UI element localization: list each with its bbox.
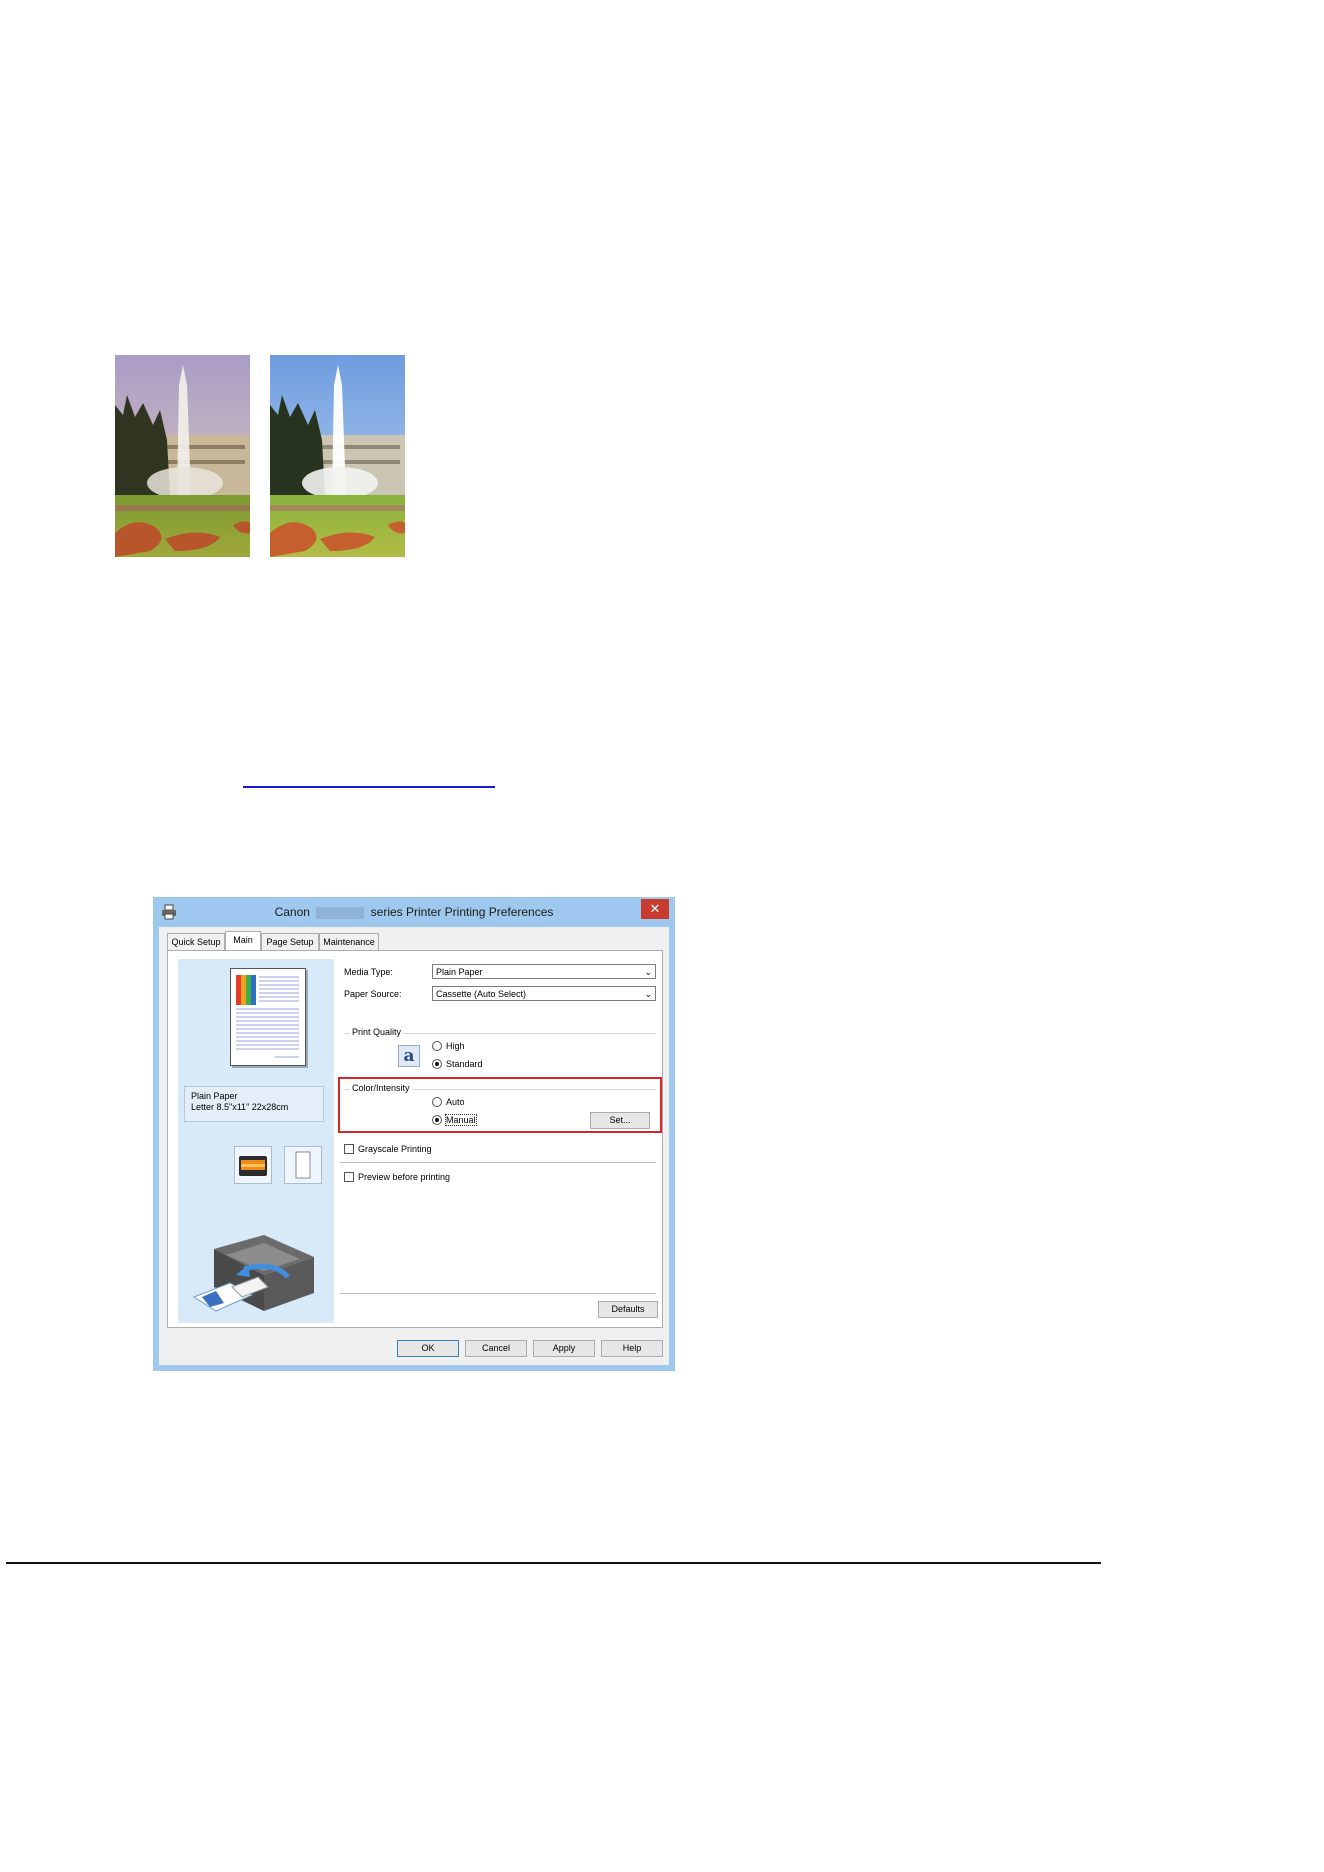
tab-main[interactable]: Main: [225, 931, 261, 951]
quality-high-label: High: [446, 1041, 465, 1051]
paper-source-value: Cassette (Auto Select): [436, 989, 527, 999]
model-name-redacted: [316, 906, 365, 919]
cancel-button[interactable]: Cancel: [465, 1340, 527, 1357]
paper-source-select[interactable]: Cassette (Auto Select) ⌄: [432, 986, 656, 1001]
quality-standard-radio[interactable]: [432, 1059, 442, 1069]
grayscale-checkbox[interactable]: [344, 1144, 354, 1154]
printer-preferences-dialog: Canon series Printer Printing Preference…: [153, 897, 675, 1371]
dialog-client-area: Quick Setup Main Page Setup Maintenance: [159, 927, 669, 1365]
paper-info-box: Plain Paper Letter 8.5"x11" 22x28cm: [184, 1086, 324, 1122]
settings-preview-pane: Plain Paper Letter 8.5"x11" 22x28cm: [178, 959, 334, 1323]
media-type-select[interactable]: Plain Paper ⌄: [432, 964, 656, 979]
ok-button[interactable]: OK: [397, 1340, 459, 1357]
color-intensity-highlight: [338, 1077, 662, 1133]
defaults-button[interactable]: Defaults: [598, 1301, 658, 1318]
fountain-photo-original: [115, 355, 250, 557]
main-tab-panel: Plain Paper Letter 8.5"x11" 22x28cm Medi…: [167, 950, 663, 1328]
close-button[interactable]: ✕: [641, 899, 669, 919]
media-type-value: Plain Paper: [436, 967, 483, 977]
paper-source-label: Paper Source:: [344, 989, 402, 999]
title-suffix: series Printer Printing Preferences: [370, 905, 554, 919]
print-quality-icon: a: [398, 1045, 420, 1067]
page-preview-icon: [230, 968, 306, 1066]
separator: [340, 1293, 656, 1294]
printer-illustration-icon: [192, 1231, 322, 1317]
preview-label: Preview before printing: [358, 1172, 451, 1182]
page-bottom-rule: [6, 1562, 1101, 1564]
separator: [340, 1162, 656, 1163]
apply-button[interactable]: Apply: [533, 1340, 595, 1357]
help-button[interactable]: Help: [601, 1340, 663, 1357]
window-title: Canon series Printer Printing Preference…: [153, 905, 675, 919]
fountain-photo-adjusted: [270, 355, 405, 557]
tab-page-setup[interactable]: Page Setup: [261, 933, 319, 950]
media-type-label: Media Type:: [344, 967, 393, 977]
title-bar: Canon series Printer Printing Preference…: [153, 897, 675, 927]
print-quality-label: Print Quality: [350, 1027, 404, 1037]
paper-size-text: Letter 8.5"x11" 22x28cm: [191, 1102, 289, 1112]
grayscale-label: Grayscale Printing: [358, 1144, 432, 1154]
preview-checkbox[interactable]: [344, 1172, 354, 1182]
paper-type-text: Plain Paper: [191, 1091, 238, 1101]
quality-standard-label: Standard: [446, 1059, 483, 1069]
tab-maintenance[interactable]: Maintenance: [319, 933, 379, 950]
chevron-down-icon: ⌄: [644, 967, 652, 977]
help-link[interactable]: [243, 770, 495, 788]
title-prefix: Canon: [274, 905, 310, 919]
quality-high-radio[interactable]: [432, 1041, 442, 1051]
cassette-icon: [234, 1146, 272, 1184]
paper-orientation-icon: [284, 1146, 322, 1184]
chevron-down-icon: ⌄: [644, 989, 652, 999]
tab-quick-setup[interactable]: Quick Setup: [167, 933, 225, 950]
